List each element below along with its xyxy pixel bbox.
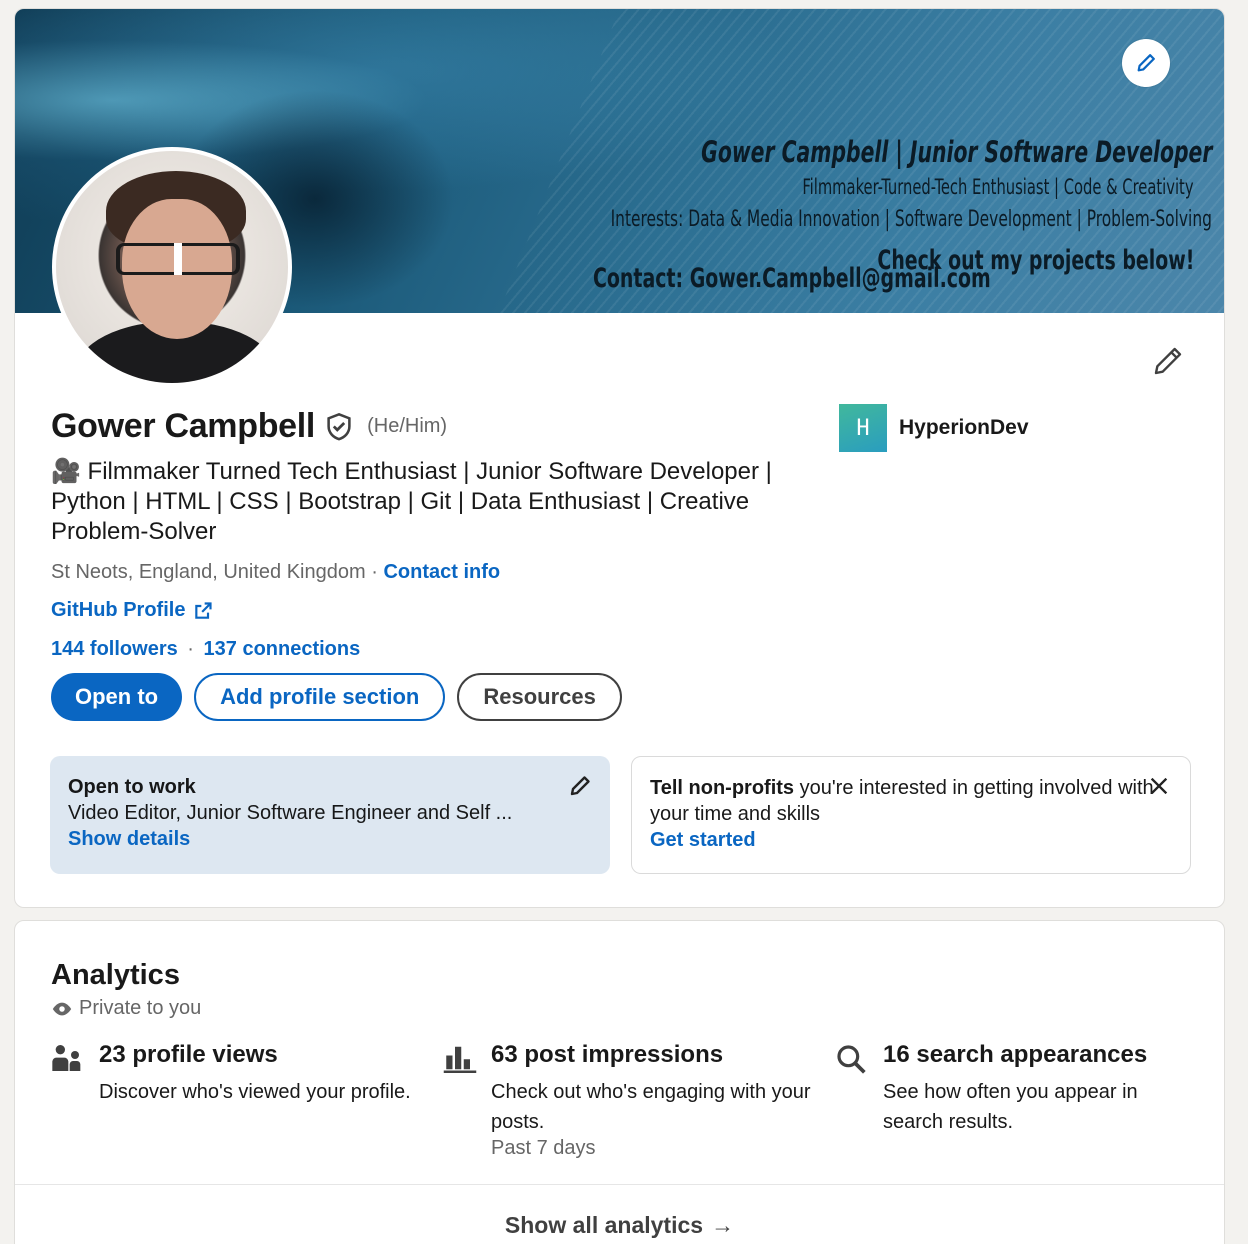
company-logo: H (839, 404, 887, 452)
pencil-icon (1137, 54, 1155, 72)
metric-description: Check out who's engaging with your posts… (491, 1081, 811, 1133)
open-to-button[interactable]: Open to (51, 673, 183, 721)
metric-timeframe: Past 7 days (491, 1137, 596, 1159)
edit-open-to-work-button[interactable] (568, 774, 592, 805)
metric-description: See how often you appear in search resul… (883, 1081, 1138, 1133)
people-icon (52, 1045, 81, 1071)
search-icon (837, 1045, 866, 1074)
show-all-analytics-button[interactable]: Show all analytics → (505, 1201, 734, 1244)
pronouns: (He/Him) (367, 415, 448, 437)
pencil-icon (1154, 347, 1182, 375)
name-row: Gower Campbell (He/Him) (51, 407, 447, 446)
separator: · (371, 561, 378, 583)
metric-description: Discover who's viewed your profile. (99, 1081, 411, 1103)
current-company[interactable]: H HyperionDev (839, 404, 1029, 452)
connections-link[interactable]: 137 connections (204, 638, 361, 660)
contact-info-link[interactable]: Contact info (383, 561, 500, 583)
add-profile-section-button[interactable]: Add profile section (194, 673, 446, 721)
show-details-link[interactable]: Show details (68, 826, 592, 852)
external-link-icon (195, 601, 213, 619)
private-label: Private to you (79, 997, 202, 1019)
github-profile-link[interactable]: GitHub Profile (51, 599, 213, 622)
metric-title: 23 profile views (99, 1041, 278, 1068)
eye-icon (52, 1002, 72, 1015)
analytics-card: Analytics Private to you 23 profile view… (14, 920, 1225, 1244)
resources-button[interactable]: Resources (457, 673, 622, 721)
analytics-title: Analytics (51, 959, 180, 991)
banner-interests: Interests: Data & Media Innovation | Sof… (610, 207, 1212, 232)
show-all-analytics-label: Show all analytics (504, 1212, 704, 1238)
nonprofit-card: Tell non-profits you're interested in ge… (631, 756, 1191, 874)
metric-title: 16 search appearances (883, 1041, 1148, 1068)
edit-intro-button[interactable] (1150, 343, 1186, 379)
pencil-icon (570, 776, 590, 796)
profile-headline: 🎥 Filmmaker Turned Tech Enthusiast | Jun… (51, 458, 772, 545)
arrow-right-icon: → (711, 1212, 735, 1238)
metric-title: 63 post impressions (491, 1041, 724, 1068)
edit-banner-button[interactable] (1122, 39, 1170, 87)
open-to-work-card[interactable]: Open to work Video Editor, Junior Softwa… (50, 756, 610, 874)
followers-link[interactable]: 144 followers (51, 638, 178, 660)
nonprofit-text: Tell non-profits you're interested in ge… (650, 777, 1154, 825)
private-notice: Private to you (51, 997, 201, 1020)
profile-name: Gower Campbell (51, 407, 316, 445)
bar-chart-icon (443, 1046, 477, 1073)
location-row: St Neots, England, United Kingdom · Cont… (51, 561, 500, 584)
open-to-work-title: Open to work (68, 776, 196, 798)
location: St Neots, England, United Kingdom (51, 561, 366, 583)
github-label: GitHub Profile (51, 599, 186, 621)
get-started-link[interactable]: Get started (650, 827, 1172, 853)
verified-shield-icon[interactable] (325, 412, 353, 442)
company-name: HyperionDev (899, 416, 1029, 439)
profile-actions: Open to Add profile section Resources (51, 673, 622, 721)
separator: · (187, 638, 194, 660)
open-to-work-roles: Video Editor, Junior Software Engineer a… (68, 802, 513, 824)
profile-photo[interactable] (52, 147, 292, 387)
banner-tagline: Filmmaker-Turned-Tech Enthusiast | Code … (802, 175, 1194, 199)
analytics-footer: Show all analytics → (15, 1184, 1224, 1244)
close-icon[interactable] (1148, 775, 1170, 804)
network-row: 144 followers · 137 connections (51, 638, 360, 661)
profile-top-card: Gower Campbell | Junior Software Develop… (14, 8, 1225, 908)
banner-contact: Contact: Gower.Campbell@gmail.com (593, 263, 991, 294)
banner-title: Gower Campbell | Junior Software Develop… (700, 135, 1212, 169)
